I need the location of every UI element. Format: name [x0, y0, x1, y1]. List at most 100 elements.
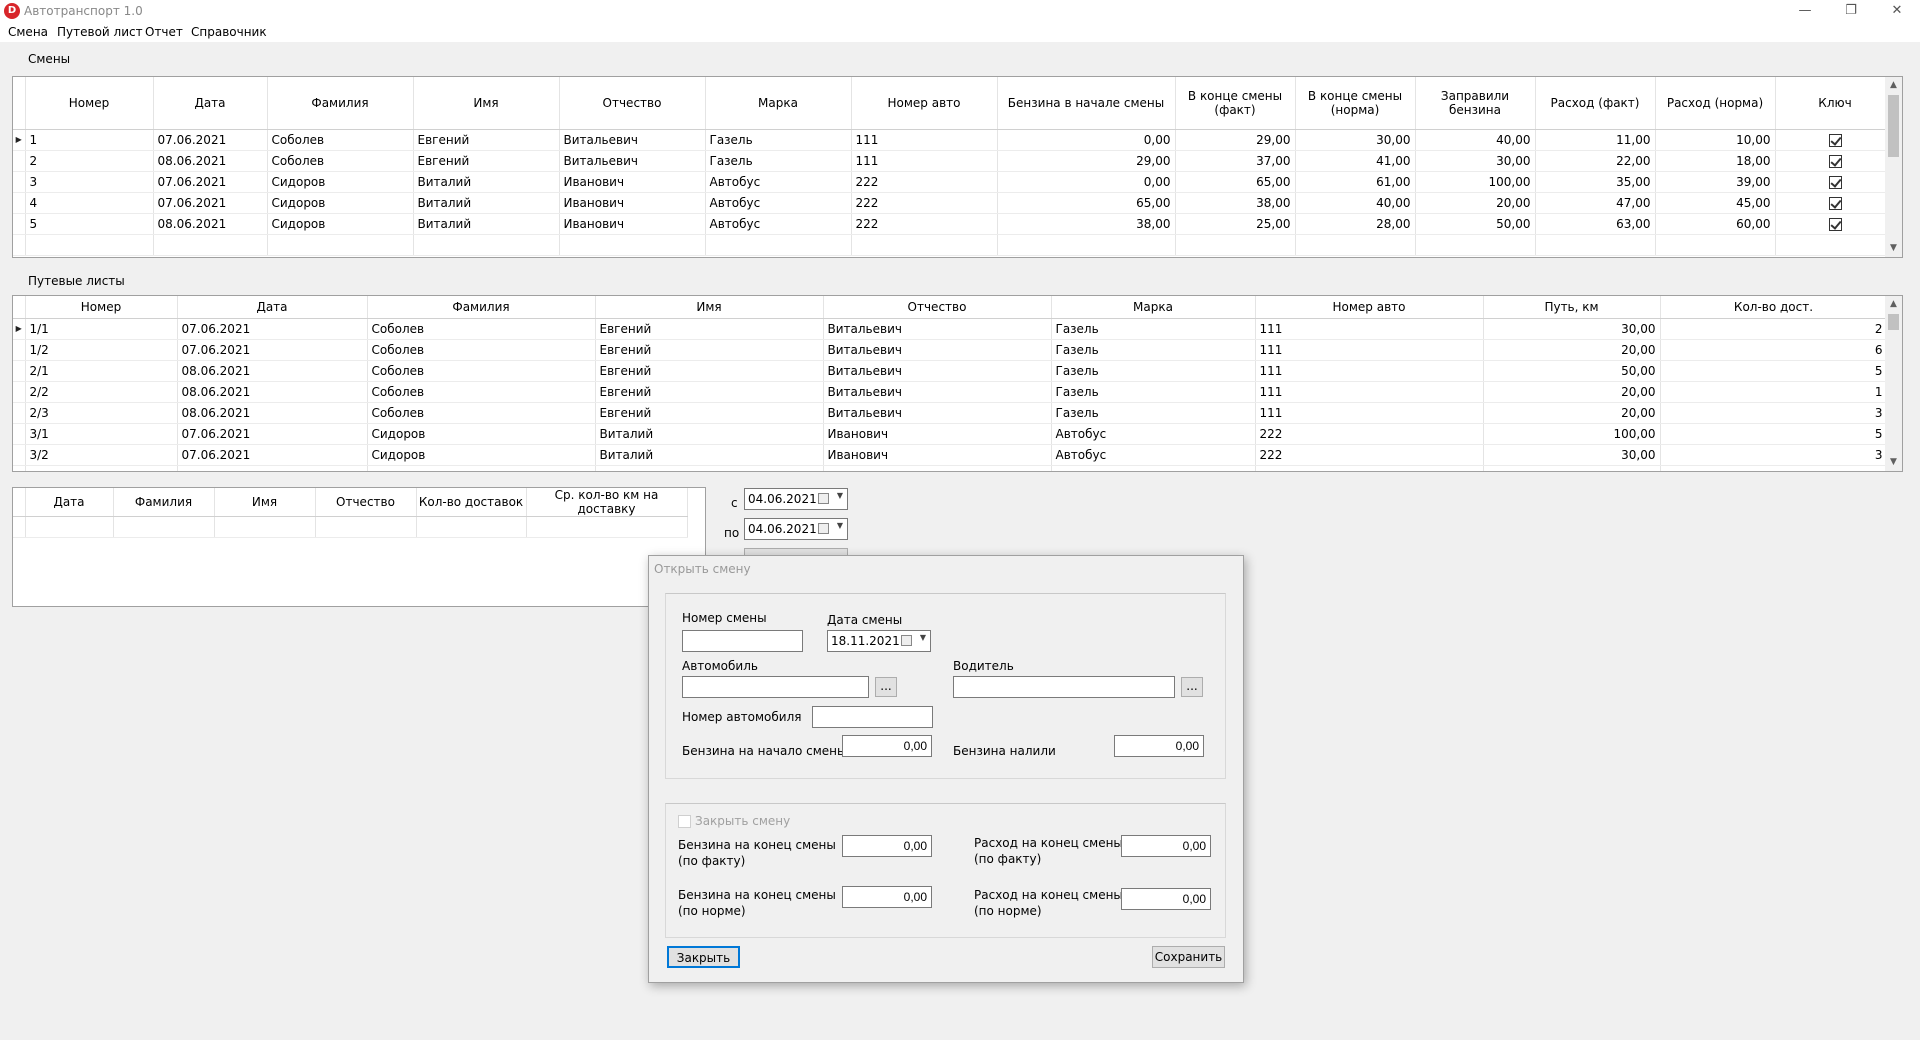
column-header[interactable]: Дата	[153, 77, 268, 130]
car-browse-button[interactable]: ...	[875, 677, 897, 697]
date-from-picker[interactable]: 04.06.2021 ▼	[744, 488, 848, 510]
column-header[interactable]: Отчество	[823, 296, 1052, 319]
consumption-norm-input[interactable]	[1121, 888, 1211, 910]
table-cell[interactable]: Евгений	[595, 381, 824, 403]
column-header[interactable]: Ключ	[1775, 77, 1896, 130]
chevron-down-icon[interactable]: ▼	[837, 491, 843, 500]
table-cell[interactable]: Газель	[705, 150, 852, 172]
table-cell[interactable]: 111	[851, 129, 998, 151]
column-header[interactable]: Расход (норма)	[1655, 77, 1776, 130]
table-cell[interactable]: 29,00	[1175, 129, 1296, 151]
table-cell[interactable]: Соболев	[267, 150, 414, 172]
table-cell[interactable]: 08.06.2021	[177, 402, 368, 424]
table-cell[interactable]: 2	[25, 150, 154, 172]
table-cell[interactable]: 25,00	[1175, 213, 1296, 235]
table-cell[interactable]: Газель	[1051, 381, 1256, 403]
table-cell[interactable]: 100,00	[1415, 171, 1536, 193]
fuel-end-fact-input[interactable]	[842, 835, 932, 857]
table-cell[interactable]: 1	[25, 129, 154, 151]
table-cell[interactable]: 111	[1255, 360, 1484, 382]
column-header[interactable]: Ср. кол-во км на доставку	[526, 488, 688, 517]
table-cell[interactable]: 2/1	[25, 360, 178, 382]
table-cell[interactable]: 07.06.2021	[153, 129, 268, 151]
shift-number-input[interactable]	[682, 630, 803, 652]
column-header[interactable]: Расход (факт)	[1535, 77, 1656, 130]
table-row[interactable]: ▶ 1 07.06.2021 Соболев Евгений Витальевич Газе…	[13, 129, 1896, 151]
fuel-end-norm-input[interactable]	[842, 886, 932, 908]
column-header[interactable]: Марка	[705, 77, 852, 130]
table-cell[interactable]: 30,00	[1415, 150, 1536, 172]
table-cell[interactable]: 1/2	[25, 339, 178, 361]
shifts-grid[interactable]: Номер Дата Фамилия Имя Отчество Марка Номер ав…	[12, 76, 1903, 258]
column-header[interactable]: Номер	[25, 296, 178, 319]
table-cell[interactable]: 2	[1660, 318, 1888, 340]
column-header[interactable]: Имя	[595, 296, 824, 319]
waybills-grid[interactable]: Номер Дата Фамилия Имя Отчество Марка Номер ав…	[12, 295, 1903, 472]
chevron-down-icon[interactable]: ▼	[920, 633, 926, 642]
table-cell[interactable]: Иванович	[823, 423, 1052, 445]
table-row[interactable]: 2/3 08.06.2021 Соболев Евгений Витальевич Газ…	[13, 402, 1888, 424]
table-cell[interactable]: 30,00	[1483, 318, 1661, 340]
table-cell[interactable]: Виталий	[413, 192, 560, 214]
table-cell[interactable]: Автобус	[705, 171, 852, 193]
fuel-start-input[interactable]	[842, 735, 932, 757]
table-cell[interactable]: Виталий	[413, 213, 560, 235]
table-cell[interactable]: 5	[1660, 423, 1888, 445]
table-row[interactable]: 2/2 08.06.2021 Соболев Евгений Витальевич Газ…	[13, 381, 1888, 403]
table-cell[interactable]: 65,00	[1175, 171, 1296, 193]
table-cell[interactable]: Автобус	[1051, 423, 1256, 445]
table-cell[interactable]: 20,00	[1483, 381, 1661, 403]
chevron-down-icon[interactable]: ▼	[837, 521, 843, 530]
key-checkbox[interactable]	[1775, 192, 1896, 214]
table-cell[interactable]: 60,00	[1655, 213, 1776, 235]
table-cell[interactable]: Витальевич	[823, 318, 1052, 340]
column-header[interactable]: Марка	[1051, 296, 1256, 319]
table-cell[interactable]: 0,00	[997, 171, 1176, 193]
table-cell[interactable]: 38,00	[997, 213, 1176, 235]
table-cell[interactable]: Евгений	[595, 360, 824, 382]
calendar-icon[interactable]	[818, 493, 829, 504]
table-cell[interactable]: Иванович	[559, 192, 706, 214]
column-header[interactable]: Отчество	[315, 488, 417, 517]
table-cell[interactable]: 07.06.2021	[153, 192, 268, 214]
table-cell[interactable]: 08.06.2021	[153, 213, 268, 235]
table-cell[interactable]: 20,00	[1483, 339, 1661, 361]
table-cell[interactable]: 07.06.2021	[177, 339, 368, 361]
table-cell[interactable]: 3/2	[25, 444, 178, 466]
table-cell[interactable]: Соболев	[367, 318, 596, 340]
column-header[interactable]: Имя	[214, 488, 316, 517]
close-button[interactable]: Закрыть	[667, 946, 740, 968]
table-cell[interactable]: Соболев	[367, 339, 596, 361]
table-cell[interactable]: 08.06.2021	[153, 150, 268, 172]
table-cell[interactable]: Соболев	[267, 129, 414, 151]
table-cell[interactable]: 222	[1255, 423, 1484, 445]
column-header[interactable]: Дата	[177, 296, 368, 319]
table-cell[interactable]: 40,00	[1415, 129, 1536, 151]
shift-date-picker[interactable]: 18.11.2021 ▼	[827, 630, 931, 652]
scroll-down-icon[interactable]: ▼	[1885, 240, 1902, 257]
table-cell[interactable]: Виталий	[595, 423, 824, 445]
table-cell[interactable]: 3	[25, 171, 154, 193]
column-header[interactable]: Путь, км	[1483, 296, 1661, 319]
table-cell[interactable]: Иванович	[823, 444, 1052, 466]
table-cell[interactable]: 222	[851, 171, 998, 193]
column-header[interactable]: Бензина в начале смены	[997, 77, 1176, 130]
car-number-input[interactable]	[812, 706, 933, 728]
table-cell[interactable]: Автобус	[705, 213, 852, 235]
table-cell[interactable]: 111	[1255, 402, 1484, 424]
table-cell[interactable]: 222	[851, 213, 998, 235]
table-cell[interactable]: Витальевич	[823, 402, 1052, 424]
column-header[interactable]: Номер авто	[851, 77, 998, 130]
table-cell[interactable]: Соболев	[367, 381, 596, 403]
column-header[interactable]: Кол-во доставок	[416, 488, 527, 517]
table-cell[interactable]: Витальевич	[823, 381, 1052, 403]
table-cell[interactable]: 0,00	[997, 129, 1176, 151]
table-cell[interactable]: 65,00	[997, 192, 1176, 214]
table-cell[interactable]: 100,00	[1483, 423, 1661, 445]
column-header[interactable]: Дата	[25, 488, 114, 517]
table-row[interactable]: 5 08.06.2021 Сидоров Виталий Иванович Автобус…	[13, 213, 1896, 235]
table-cell[interactable]: 22,00	[1535, 150, 1656, 172]
table-cell[interactable]: 30,00	[1483, 444, 1661, 466]
table-cell[interactable]: 40,00	[1295, 192, 1416, 214]
table-cell[interactable]: Евгений	[413, 129, 560, 151]
